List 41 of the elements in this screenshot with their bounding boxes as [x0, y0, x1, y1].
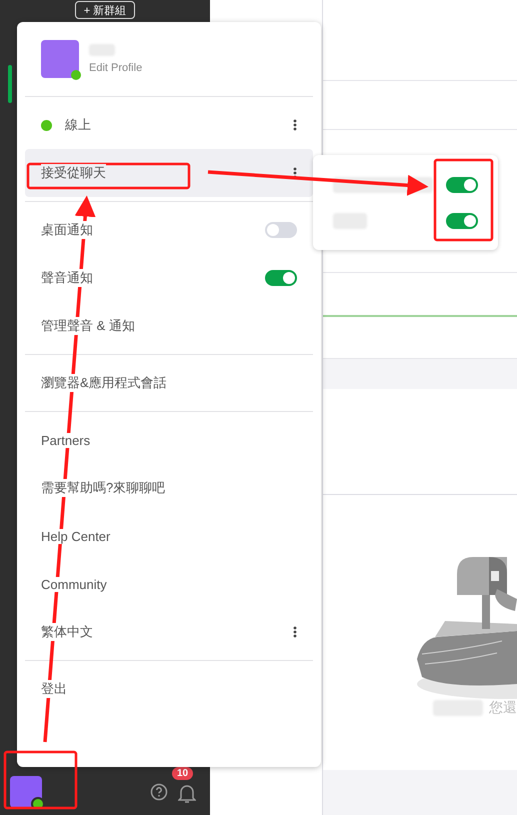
empty-state-text: 您還: [489, 698, 517, 716]
redacted-text: [433, 700, 483, 716]
menu-item-label: 登出: [41, 680, 67, 698]
menu-item[interactable]: 桌面通知: [25, 206, 313, 254]
menu-item-label: 接受從聊天: [41, 164, 106, 182]
menu-item-label: 聲音通知: [41, 269, 93, 287]
active-indicator: [8, 65, 12, 103]
menu-item-label: 瀏覽器&應用程式會話: [41, 374, 167, 392]
menu-item[interactable]: Partners: [25, 416, 313, 464]
toggle-switch[interactable]: [265, 222, 297, 238]
menu-item[interactable]: 登出: [25, 665, 313, 713]
menu-item[interactable]: 管理聲音 & 通知: [25, 302, 313, 350]
menu-item-label: Help Center: [41, 528, 110, 544]
notification-badge: 10: [172, 767, 194, 780]
menu-item-label: Partners: [41, 432, 90, 448]
new-group-button[interactable]: + 新群組: [74, 1, 136, 19]
menu-item[interactable]: 聲音通知: [25, 254, 313, 302]
menu-item-label: 桌面通知: [41, 221, 93, 239]
bell-icon[interactable]: [178, 783, 196, 805]
toggle-switch[interactable]: [446, 212, 478, 228]
toggle-switch[interactable]: [446, 176, 478, 192]
menu-item[interactable]: 線上: [25, 101, 313, 149]
menu-item-label: Community: [41, 576, 107, 592]
edit-profile-link[interactable]: Edit Profile: [89, 62, 142, 74]
menu-item-label: 管理聲音 & 通知: [41, 317, 135, 335]
menu-item-label: 線上: [65, 116, 91, 134]
menu-item[interactable]: Community: [25, 560, 313, 608]
help-icon[interactable]: [150, 783, 168, 801]
menu-item-label: 繁体中文: [41, 623, 93, 641]
more-icon[interactable]: [293, 119, 297, 131]
status-dot: [41, 120, 52, 130]
menu-item[interactable]: 需要幫助嗎?來聊聊吧: [25, 464, 313, 512]
menu-item[interactable]: 瀏覽器&應用程式會話: [25, 359, 313, 407]
user-avatar[interactable]: [10, 776, 42, 808]
menu-item[interactable]: Help Center: [25, 512, 313, 560]
menu-item[interactable]: 繁体中文: [25, 608, 313, 656]
more-icon[interactable]: [293, 626, 297, 638]
more-icon[interactable]: [293, 167, 297, 179]
toggle-switch[interactable]: [265, 270, 297, 286]
menu-item[interactable]: 接受從聊天: [25, 149, 313, 197]
menu-item-label: 需要幫助嗎?來聊聊吧: [41, 479, 166, 497]
